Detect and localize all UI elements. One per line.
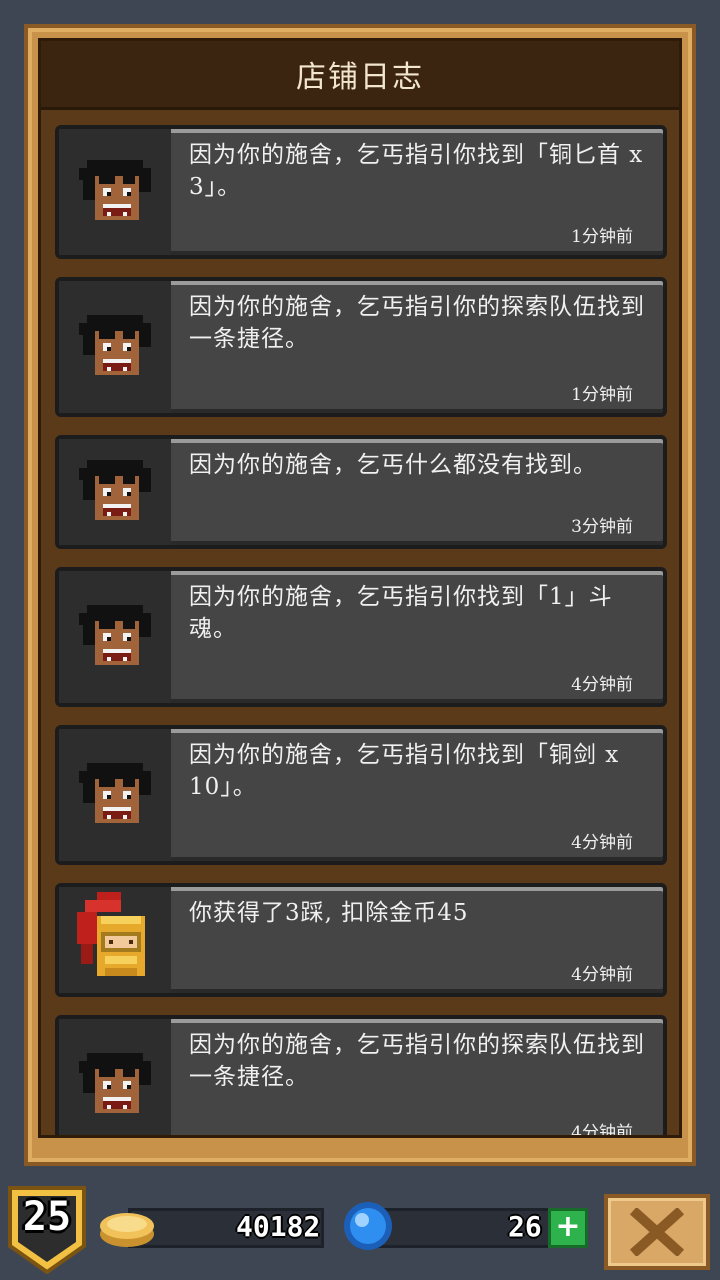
entry-text: 你获得了3踩, 扣除金币45 <box>189 900 469 926</box>
entry-time: 4分钟前 <box>571 675 633 695</box>
gold-amount: 40182 <box>236 1210 321 1243</box>
beggar-face-icon <box>59 129 171 255</box>
blue-gem-icon <box>342 1200 394 1256</box>
log-entry: 因为你的施舍，乞丐指引你找到「铜剑 x 10」。 4分钟前 <box>55 725 667 865</box>
entry-time: 1分钟前 <box>571 227 633 247</box>
gold-coin-icon <box>98 1206 156 1254</box>
log-entry: 因为你的施舍，乞丐指引你的探索队伍找到一条捷径。 1分钟前 <box>55 277 667 417</box>
entry-time: 3分钟前 <box>571 517 633 537</box>
beggar-face-icon <box>59 1019 171 1135</box>
log-entry: 因为你的施舍，乞丐指引你找到「铜匕首 x 3」。 1分钟前 <box>55 125 667 259</box>
add-gems-button[interactable]: + <box>548 1208 588 1248</box>
entry-text: 因为你的施舍，乞丐指引你找到「铜剑 x 10」。 <box>189 742 620 800</box>
beggar-face-icon <box>59 281 171 413</box>
entry-time: 4分钟前 <box>571 965 633 985</box>
entry-time: 4分钟前 <box>571 1123 633 1138</box>
beggar-face-icon <box>59 571 171 703</box>
gem-amount: 26 <box>508 1210 542 1243</box>
log-entry: 你获得了3踩, 扣除金币45 4分钟前 <box>55 883 667 997</box>
knight-helmet-icon <box>59 887 171 993</box>
beggar-face-icon <box>59 439 171 545</box>
close-icon <box>629 1208 685 1256</box>
beggar-face-icon <box>59 729 171 861</box>
log-entry: 因为你的施舍，乞丐什么都没有找到。 3分钟前 <box>55 435 667 549</box>
entry-text: 因为你的施舍，乞丐指引你找到「1」斗魂。 <box>189 584 613 642</box>
level-number: 25 <box>22 1194 72 1240</box>
close-button[interactable] <box>604 1194 710 1270</box>
panel-title: 店铺日志 <box>41 41 679 110</box>
entry-text: 因为你的施舍，乞丐什么都没有找到。 <box>189 452 597 478</box>
entry-time: 4分钟前 <box>571 833 633 853</box>
entry-text: 因为你的施舍，乞丐指引你找到「铜匕首 x 3」。 <box>189 142 644 200</box>
log-entry: 因为你的施舍，乞丐指引你的探索队伍找到一条捷径。 4分钟前 <box>55 1015 667 1138</box>
entry-time: 1分钟前 <box>571 385 633 405</box>
log-entry: 因为你的施舍，乞丐指引你找到「1」斗魂。 4分钟前 <box>55 567 667 707</box>
log-panel: 店铺日志 因为你的施舍，乞丐指引你找到「铜匕首 x 3」。 1分钟前 因为你的施… <box>38 38 682 1138</box>
entry-text: 因为你的施舍，乞丐指引你的探索队伍找到一条捷径。 <box>189 1032 645 1090</box>
bottom-resource-bar: 25 40182 26 + <box>0 1180 720 1280</box>
log-list[interactable]: 因为你的施舍，乞丐指引你找到「铜匕首 x 3」。 1分钟前 因为你的施舍，乞丐指… <box>55 125 667 1138</box>
entry-text: 因为你的施舍，乞丐指引你的探索队伍找到一条捷径。 <box>189 294 645 352</box>
